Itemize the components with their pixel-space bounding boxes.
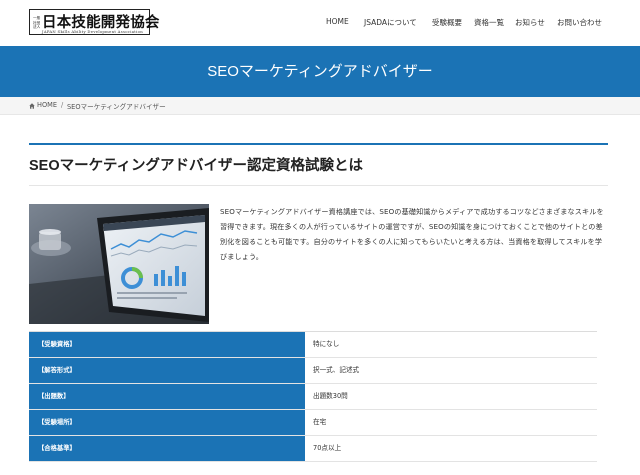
breadcrumb-current: SEOマーケティングアドバイザー (67, 103, 166, 111)
table-row: 【受験場所】 在宅 (29, 410, 597, 436)
table-row: 【合格基準】 70点以上 (29, 436, 597, 462)
breadcrumb-separator: / (61, 101, 64, 109)
home-icon (29, 103, 35, 109)
logo-org-type: 一般社団法人 (33, 16, 41, 29)
nav-exam-overview[interactable]: 受験概要 (432, 17, 462, 28)
qualification-description: SEOマーケティングアドバイザー資格講座では、SEOの基礎知識からメディアで成功… (220, 207, 604, 261)
nav-contact[interactable]: お問い合わせ (557, 17, 602, 28)
table-row: 【解答形式】 択一式、記述式 (29, 358, 597, 384)
table-row-value: 特になし (305, 332, 597, 357)
page-banner: SEOマーケティングアドバイザー (0, 46, 640, 97)
table-row-value: 70点以上 (305, 436, 597, 461)
table-row: 【出題数】 出題数30問 (29, 384, 597, 410)
page-title: SEOマーケティングアドバイザー (207, 63, 433, 80)
table-row-label: 【出題数】 (29, 384, 305, 409)
tablet-illustration (29, 204, 209, 324)
nav-qualifications[interactable]: 資格一覧 (474, 17, 504, 28)
table-row-label: 【解答形式】 (29, 358, 305, 383)
nav-home[interactable]: HOME (326, 17, 349, 26)
nav-about[interactable]: JSADAについて (364, 17, 417, 28)
tablet-dashboard-photo (29, 204, 209, 324)
table-row-label: 【合格基準】 (29, 436, 305, 461)
table-row-label: 【受験資格】 (29, 332, 305, 357)
table-row-label: 【受験場所】 (29, 410, 305, 435)
logo-subtitle: JAPAN Skills Ability Development Associa… (42, 29, 143, 34)
section-title: SEOマーケティングアドバイザー認定資格試験とは (29, 158, 363, 174)
table-row-value: 択一式、記述式 (305, 358, 597, 383)
table-row-value: 出題数30問 (305, 384, 597, 409)
exam-info-table: 【受験資格】 特になし 【解答形式】 択一式、記述式 【出題数】 出題数30問 … (29, 331, 597, 462)
nav-news[interactable]: お知らせ (515, 17, 545, 28)
site-header: 一般社団法人 日本技能開発協会 JAPAN Skills Ability Dev… (0, 0, 640, 46)
breadcrumb: HOME / SEOマーケティングアドバイザー (0, 97, 640, 115)
breadcrumb-home-link[interactable]: HOME (37, 101, 57, 109)
section-divider (29, 185, 608, 186)
site-logo[interactable]: 一般社団法人 日本技能開発協会 JAPAN Skills Ability Dev… (29, 9, 159, 35)
section-top-rule (29, 143, 608, 145)
table-row-value: 在宅 (305, 410, 597, 435)
table-row: 【受験資格】 特になし (29, 332, 597, 358)
